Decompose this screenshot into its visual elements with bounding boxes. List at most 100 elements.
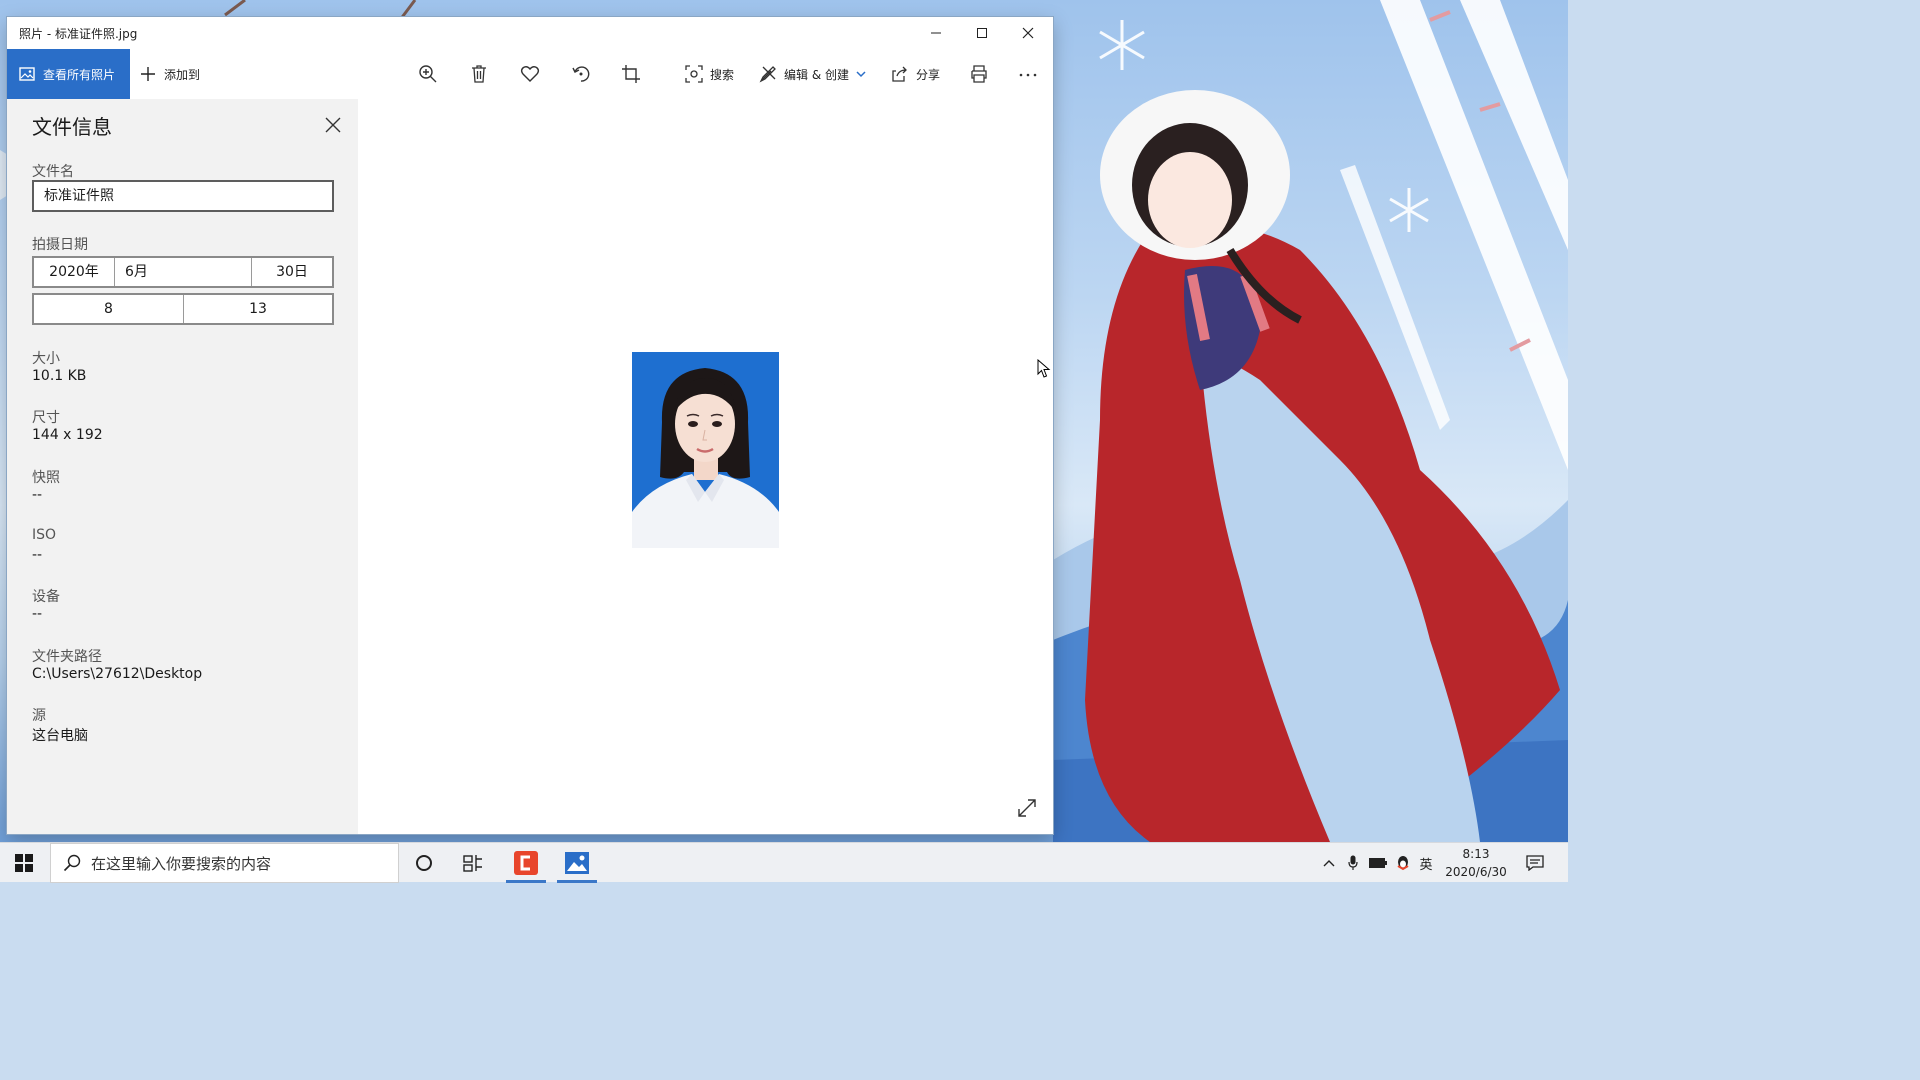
qq-tray-button[interactable] xyxy=(1392,843,1414,883)
cortana-circle-icon xyxy=(416,855,432,871)
time-picker: 8 13 xyxy=(32,293,334,325)
cortana-button[interactable] xyxy=(400,843,448,883)
folder-path-label: 文件夹路径 xyxy=(32,649,102,665)
date-taken-label: 拍摄日期 xyxy=(32,237,88,253)
close-icon xyxy=(325,117,341,133)
date-year-select[interactable]: 2020年 xyxy=(34,258,115,286)
zoom-in-button[interactable] xyxy=(416,62,440,86)
clock-date: 2020/6/30 xyxy=(1445,865,1507,879)
portrait-illustration xyxy=(632,352,779,548)
app-toolbar: 查看所有照片 添加到 搜索 编辑 & 创建 分享 xyxy=(7,49,1053,99)
microphone-icon xyxy=(1348,855,1358,870)
photos-app-icon xyxy=(565,852,589,874)
more-icon xyxy=(1019,73,1037,77)
add-to-button[interactable]: 添加到 xyxy=(140,49,200,99)
size-label: 大小 xyxy=(32,351,60,367)
date-picker: 2020年 6月 30日 xyxy=(32,256,334,288)
battery-button[interactable] xyxy=(1367,843,1389,883)
share-label: 分享 xyxy=(916,67,941,82)
visual-search-icon xyxy=(685,65,703,83)
photos-app-window: 照片 - 标准证件照.jpg 查看所有照片 添加到 搜索 编辑 & 创建 分享 … xyxy=(7,17,1053,834)
iso-value: -- xyxy=(32,547,43,563)
panel-title: 文件信息 xyxy=(32,115,112,139)
zoom-in-icon xyxy=(419,65,437,83)
input-method-indicator[interactable]: 英 xyxy=(1416,843,1436,883)
share-icon xyxy=(892,66,907,82)
fullscreen-button[interactable] xyxy=(1015,796,1039,820)
edit-icon xyxy=(759,66,776,83)
show-hidden-icons-button[interactable] xyxy=(1318,843,1340,883)
date-day-select[interactable]: 30日 xyxy=(252,258,332,286)
chevron-up-icon xyxy=(1323,860,1335,867)
maximize-button[interactable] xyxy=(959,17,1005,49)
app-logo-icon xyxy=(514,851,538,875)
rotate-button[interactable] xyxy=(569,62,593,86)
print-icon xyxy=(971,65,987,83)
time-minute-select[interactable]: 13 xyxy=(184,295,332,323)
device-label: 设备 xyxy=(32,589,60,605)
search-placeholder: 在这里输入你要搜索的内容 xyxy=(91,854,272,873)
visual-search-label: 搜索 xyxy=(710,67,735,82)
window-title: 照片 - 标准证件照.jpg xyxy=(19,27,138,41)
edit-create-label: 编辑 & 创建 xyxy=(784,67,849,82)
shutter-value: -- xyxy=(32,487,43,503)
task-view-button[interactable] xyxy=(449,843,497,883)
view-all-photos-label: 查看所有照片 xyxy=(43,67,116,82)
battery-icon xyxy=(1369,858,1387,868)
close-panel-button[interactable] xyxy=(321,113,345,137)
dimensions-label: 尺寸 xyxy=(32,410,60,426)
shutter-label: 快照 xyxy=(32,470,60,486)
favorite-button[interactable] xyxy=(518,62,542,86)
microphone-button[interactable] xyxy=(1343,843,1363,883)
delete-icon xyxy=(472,65,486,83)
taskbar-clock[interactable]: 8:13 2020/6/30 xyxy=(1440,845,1512,881)
filename-label: 文件名 xyxy=(32,164,74,180)
size-value: 10.1 KB xyxy=(32,368,87,384)
share-button[interactable]: 分享 xyxy=(891,49,940,99)
minimize-button[interactable] xyxy=(913,17,959,49)
delete-button[interactable] xyxy=(467,62,491,86)
plus-icon xyxy=(141,67,155,81)
iso-label: ISO xyxy=(32,527,57,543)
search-icon xyxy=(63,854,81,872)
notification-icon xyxy=(1526,855,1544,871)
crop-button[interactable] xyxy=(619,62,643,86)
rotate-icon xyxy=(572,66,590,82)
device-value: -- xyxy=(32,606,43,622)
more-options-button[interactable] xyxy=(1016,62,1040,86)
windows-logo-icon xyxy=(15,854,33,872)
task-view-icon xyxy=(463,855,482,872)
date-month-select[interactable]: 6月 xyxy=(115,258,252,286)
title-bar[interactable]: 照片 - 标准证件照.jpg xyxy=(7,17,1053,49)
add-to-label: 添加到 xyxy=(164,67,201,82)
id-photo-image xyxy=(632,352,779,548)
taskbar-app-red[interactable] xyxy=(502,843,550,883)
expand-icon xyxy=(1018,799,1036,817)
filename-input[interactable]: 标准证件照 xyxy=(32,180,334,212)
folder-path-value: C:\Users\27612\Desktop xyxy=(32,666,203,682)
taskbar: 在这里输入你要搜索的内容 英 8:13 2020/6/30 xyxy=(0,842,1568,883)
photo-gallery-icon xyxy=(19,67,35,81)
chevron-down-icon xyxy=(856,71,866,78)
file-info-panel: 文件信息 文件名 标准证件照 拍摄日期 2020年 6月 30日 8 13 大小… xyxy=(7,99,358,834)
mouse-cursor-icon xyxy=(1037,359,1051,378)
crop-icon xyxy=(622,65,640,83)
taskbar-app-photos[interactable] xyxy=(553,843,601,883)
time-hour-select[interactable]: 8 xyxy=(34,295,184,323)
source-label: 源 xyxy=(32,708,46,724)
close-window-button[interactable] xyxy=(1005,17,1051,49)
dimensions-value: 144 x 192 xyxy=(32,427,103,443)
visual-search-button[interactable]: 搜索 xyxy=(685,49,734,99)
photo-viewer[interactable] xyxy=(358,99,1053,834)
taskbar-search-box[interactable]: 在这里输入你要搜索的内容 xyxy=(50,843,399,883)
close-icon xyxy=(1022,27,1034,39)
maximize-icon xyxy=(977,28,987,38)
print-button[interactable] xyxy=(967,62,991,86)
view-all-photos-button[interactable]: 查看所有照片 xyxy=(7,49,130,99)
clock-time: 8:13 xyxy=(1462,847,1490,861)
minimize-icon xyxy=(931,32,941,34)
action-center-button[interactable] xyxy=(1522,843,1548,883)
edit-create-button[interactable]: 编辑 & 创建 xyxy=(759,49,866,99)
start-button[interactable] xyxy=(0,843,48,883)
qq-penguin-icon xyxy=(1397,856,1409,871)
